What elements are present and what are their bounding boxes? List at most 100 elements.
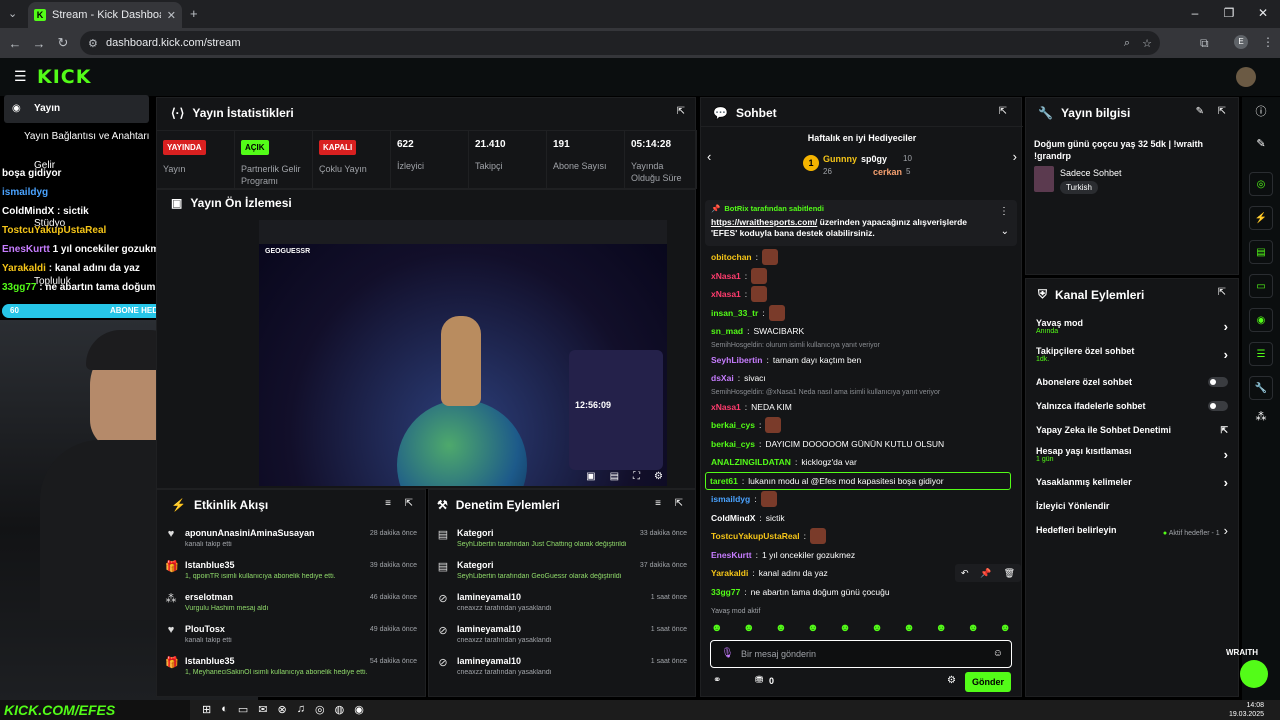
file-explorer-icon[interactable]: ▭ — [238, 703, 248, 716]
chat-message[interactable]: TostcuYakupUstaReal: — [711, 527, 1017, 546]
popout-icon[interactable]: ⇱ — [999, 106, 1007, 117]
chat-username[interactable]: SeyhLibertin — [711, 355, 762, 365]
chat-message[interactable]: ColdMindX: sictik — [711, 509, 1017, 528]
chat-username[interactable]: insan_33_tr — [711, 308, 758, 318]
chat-username[interactable]: berkai_cys — [711, 439, 755, 449]
chat-message[interactable]: ismaildyg: — [711, 490, 1017, 509]
settings-gear-icon[interactable]: ⚙ — [654, 471, 663, 482]
channel-action-item[interactable]: Yapay Zeka ile Sohbet Denetimi ⇱ — [1036, 417, 1228, 443]
minimize-icon[interactable]: – — [1178, 6, 1212, 20]
channel-action-item[interactable]: İzleyici Yönlendir — [1036, 493, 1228, 519]
chat-message[interactable]: dsXai: sivacı — [711, 369, 1017, 388]
channel-action-item[interactable]: Abonelere özel sohbet — [1036, 369, 1228, 395]
emote-icon[interactable]: ☻ — [967, 622, 979, 634]
chat-message[interactable]: berkai_cys: DAYICIM DOOOOOM GÜNÜN KUTLU O… — [711, 435, 1017, 454]
chat-message[interactable]: EnesKurtt:1 yıl oncekiler gozukmez — [711, 546, 1017, 565]
feed-row[interactable]: ⊘ lamineyamal10 cneaxzz tarafından yasakla… — [437, 592, 697, 624]
sponsor-logo[interactable] — [1240, 660, 1268, 688]
chat-username[interactable]: sn_mad — [711, 326, 743, 336]
chat-username[interactable]: berkai_cys — [711, 420, 755, 430]
chat-username[interactable]: xNasa1 — [711, 271, 741, 281]
chat-message[interactable]: ANALZINGILDATAN: kicklogz'da var — [711, 453, 1017, 472]
chat-username[interactable]: taret61 — [710, 476, 738, 486]
xbox-icon[interactable]: ⊗ — [278, 703, 287, 716]
feed-row[interactable]: ▤ Kategori SeyhLibertin tarafından GeoGues… — [437, 560, 697, 592]
theater-icon[interactable]: ▤ — [610, 471, 619, 482]
discord-icon[interactable]: ◍ — [335, 703, 345, 716]
chat-message[interactable]: taret61: lukanın modu al @Efes mod kapasi… — [705, 471, 1011, 490]
feed-row[interactable]: ♥ PlouTosx kanalı takip etti 49 dakika önce — [165, 624, 427, 656]
chat-username[interactable]: xNasa1 — [711, 402, 741, 412]
popout-icon[interactable]: ⇱ — [405, 498, 413, 509]
feed-row[interactable]: ▤ Kategori SeyhLibertin tarafından Just Ch… — [437, 528, 697, 560]
back-icon[interactable]: ← — [3, 36, 27, 51]
screenshot-icon[interactable]: ▣ — [586, 471, 595, 482]
target-icon[interactable]: ◎ — [1249, 172, 1273, 196]
chevron-left-icon[interactable]: ‹ — [707, 149, 711, 164]
emote-icon[interactable]: ☻ — [935, 622, 947, 634]
emote-icon[interactable]: ☻ — [743, 622, 755, 634]
chat-message[interactable]: berkai_cys: — [711, 416, 1017, 435]
chat-username[interactable]: Yarakaldi — [711, 568, 748, 578]
toggle-switch[interactable] — [1208, 377, 1228, 387]
filter-icon[interactable]: ≡ — [385, 498, 391, 509]
chat-input[interactable]: 🎙 Bir mesaj gönderin ☺ — [710, 640, 1012, 668]
send-button[interactable]: Gönder — [965, 672, 1011, 692]
reply-icon[interactable]: ↶ — [961, 568, 969, 579]
close-window-icon[interactable]: ✕ — [1246, 6, 1280, 20]
extensions-icon[interactable]: ⧉ — [1200, 36, 1209, 51]
chat-username[interactable]: TostcuYakupUstaReal — [711, 531, 800, 541]
broadcast-icon[interactable]: ◉ — [1249, 308, 1273, 332]
feed-row[interactable]: 🎁 Istanblue35 1, MeyhaneciSakinOl isimli k… — [165, 656, 427, 688]
delete-icon[interactable]: 🗑 — [1004, 568, 1015, 579]
channel-action-item[interactable]: Yasaklanmış kelimeler › — [1036, 469, 1228, 495]
feed-row[interactable]: 🎁 Istanblue35 1, qpoinTR isimli kullanıcıy… — [165, 560, 427, 592]
chat-message[interactable]: SeyhLibertin: tamam dayı kaçtım ben — [711, 351, 1017, 370]
new-tab-icon[interactable]: + — [190, 6, 198, 21]
chat-username[interactable]: 33gg77 — [711, 587, 740, 597]
edge-icon[interactable]: ◐ — [221, 703, 228, 716]
browser-menu-icon[interactable]: ⋮ — [1262, 35, 1274, 49]
chat-message[interactable]: sn_mad: SWACIBARK — [711, 322, 1017, 341]
bolt-icon[interactable]: ⚡ — [1249, 206, 1273, 230]
popout-icon[interactable]: ⇱ — [1218, 287, 1226, 298]
chat-message[interactable]: 33gg77: ne abartın tama doğum günü çocuğu — [711, 583, 1017, 602]
chevron-right-icon[interactable]: › — [1013, 149, 1017, 164]
toggle-switch[interactable] — [1208, 401, 1228, 411]
emote-icon[interactable]: ☻ — [839, 622, 851, 634]
forward-icon[interactable]: → — [27, 36, 51, 51]
browser-tab[interactable]: K Stream - Kick Dashboard ✕ — [28, 2, 182, 28]
chrome-icon[interactable]: ◎ — [315, 703, 325, 716]
chat-message[interactable]: obitochan: — [711, 248, 1017, 267]
emote-icon[interactable]: ☻ — [871, 622, 883, 634]
emoji-picker-icon[interactable]: ☺ — [993, 648, 1003, 659]
feed-row[interactable]: ♥ aponunAnasiniAminaSusayan kanalı takip e… — [165, 528, 427, 560]
popout-icon[interactable]: ⇱ — [1218, 106, 1226, 117]
popout-icon[interactable]: ⇱ — [677, 106, 685, 117]
site-info-icon[interactable]: ⚙ — [88, 37, 98, 50]
document-icon[interactable]: ▤ — [1249, 240, 1273, 264]
filter-icon[interactable]: ≡ — [655, 498, 661, 509]
obs-icon[interactable]: ◉ — [354, 703, 364, 716]
expand-chevron-icon[interactable]: ⌄ — [1001, 226, 1009, 237]
chat-username[interactable]: ismaildyg — [711, 494, 750, 504]
pinned-link[interactable]: https://wraithesports.com/ — [711, 217, 817, 227]
chat-message[interactable]: insan_33_tr: — [711, 304, 1017, 323]
info-icon[interactable]: ⓘ — [1242, 103, 1280, 119]
fullscreen-icon[interactable]: ⛶ — [633, 471, 640, 482]
more-options-icon[interactable]: ⋮ — [999, 206, 1009, 217]
nav-item-yayin-active[interactable]: ◉ Yayın — [4, 95, 149, 123]
outlook-icon[interactable]: ✉ — [258, 703, 267, 716]
user-avatar[interactable] — [1236, 67, 1256, 87]
list-icon[interactable]: ☰ — [1249, 342, 1273, 366]
channel-action-item[interactable]: Takipçilere özel sohbet 1dk. › — [1036, 341, 1228, 367]
chat-message[interactable]: xNasa1: — [711, 285, 1017, 304]
chat-message[interactable]: xNasa1: NEDA KIM — [711, 398, 1017, 417]
chat-username[interactable]: ANALZINGILDATAN — [711, 457, 791, 467]
chat-message[interactable]: xNasa1: — [711, 267, 1017, 286]
mic-icon[interactable]: 🎙 — [721, 648, 734, 659]
url-field[interactable]: ⚙ dashboard.kick.com/stream ⌕ ☆ — [80, 31, 1160, 55]
zoom-icon[interactable]: ⌕ — [1124, 37, 1130, 50]
add-widget-icon[interactable]: ⁂ — [1242, 410, 1280, 423]
kick-logo[interactable]: KICK — [37, 66, 91, 88]
